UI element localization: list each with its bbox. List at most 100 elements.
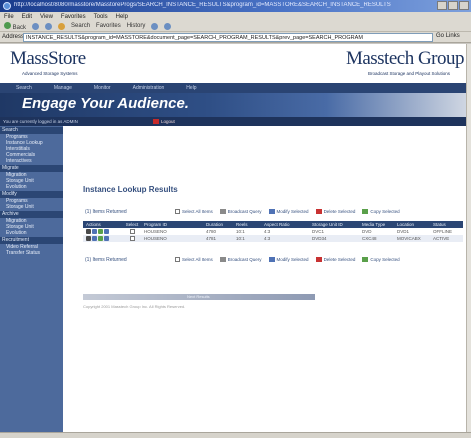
cell-reels: 10:1 [236, 229, 245, 234]
sidebar-heading-archive: Archive [0, 211, 63, 218]
delete-icon [315, 257, 322, 262]
info-icon[interactable] [104, 236, 109, 241]
print-icon[interactable] [164, 22, 172, 30]
items-returned-count: (1) Items Returned [85, 209, 127, 215]
copy-icon [362, 257, 369, 262]
row-actions [83, 236, 123, 241]
sidebar-heading-recruitment: Recruitment [0, 237, 63, 244]
masstech-logo-subtitle: Broadcast Storage and Playout Solutions [367, 71, 450, 76]
menu-view[interactable]: View [40, 14, 53, 20]
edit-icon[interactable] [92, 229, 97, 234]
cell-storage-unit-id: DVD34 [312, 236, 327, 241]
select-all-checkbox[interactable] [175, 209, 180, 214]
next-results-link[interactable]: Next Results [187, 294, 210, 299]
links-button[interactable]: Links [446, 33, 460, 39]
favorites-button[interactable]: Favorites [96, 23, 121, 29]
cell-program-id[interactable]: HOUSENO [141, 236, 206, 241]
sidebar-item-interactives[interactable]: Interactives [0, 158, 63, 164]
sidebar-item-evolution[interactable]: Evolution [0, 184, 63, 190]
col-actions: Actions [86, 222, 101, 227]
sidebar-item-modify-storage-unit[interactable]: Storage Unit [0, 204, 63, 210]
col-select: Select [125, 222, 139, 227]
masstore-logo[interactable]: MassStore [10, 48, 86, 70]
row-checkbox[interactable] [129, 229, 135, 234]
site-header: MassStore Advanced Storage Systems Masst… [0, 44, 466, 84]
modify-selected-button-bottom[interactable]: Modify Selected [268, 257, 309, 262]
back-arrow-icon [4, 21, 11, 29]
broadcast-icon [219, 257, 226, 262]
table-row: HOUSENO 4780 10:1 4:3 DVC1 DVD DVD1 OFFL… [83, 228, 463, 235]
action-bar-bottom: (1) Items Returned Select All Items Broa… [83, 256, 463, 264]
address-bar: Address INSTANCE_RESULTS&program_id=MASS… [0, 32, 471, 43]
copy-selected-button-bottom[interactable]: Copy Selected [362, 257, 400, 262]
cell-storage-unit-id: DVC1 [312, 229, 325, 234]
col-duration[interactable]: Duration [206, 222, 236, 227]
broadcast-query-button-bottom[interactable]: Broadcast Query [219, 257, 262, 262]
col-storage-unit-id[interactable]: Storage Unit ID [312, 222, 362, 227]
copy-icon [362, 209, 369, 214]
go-button[interactable]: Go Links [436, 33, 460, 39]
col-status[interactable]: Status [433, 222, 463, 227]
sidebar-item-transfer-status[interactable]: Transfer Status [0, 250, 63, 256]
view-icon[interactable] [86, 229, 91, 234]
logout-icon[interactable] [153, 119, 159, 124]
copy-row-icon[interactable] [98, 236, 103, 241]
site-nav: Search Manage Monitor Administration Hel… [0, 83, 466, 93]
stop-icon[interactable] [32, 22, 40, 30]
history-button[interactable]: History [127, 23, 146, 29]
cell-program-id[interactable]: HOUSENO [141, 229, 206, 234]
home-icon[interactable] [58, 22, 66, 30]
nav-monitor[interactable]: Monitor [94, 85, 111, 91]
logout-link[interactable]: Logout [161, 119, 175, 124]
col-reels[interactable]: Reels [236, 222, 264, 227]
col-program-id[interactable]: Program ID [141, 222, 206, 227]
modify-selected-button[interactable]: Modify Selected [268, 209, 309, 214]
cell-status: OFFLINE [433, 229, 453, 234]
address-input[interactable]: INSTANCE_RESULTS&program_id=MASSTORE&doc… [23, 33, 433, 42]
tagline: Engage Your Audience. [22, 95, 189, 112]
row-select [123, 229, 141, 234]
nav-administration[interactable]: Administration [133, 85, 165, 91]
logged-in-text: You are currently logged in as ADMIN [3, 119, 78, 124]
delete-selected-button-bottom[interactable]: Delete Selected [315, 257, 355, 262]
refresh-icon[interactable] [45, 22, 53, 30]
toolbar: Back Search Favorites History [0, 21, 471, 32]
select-all-button[interactable]: Select All Items [175, 209, 213, 214]
minimize-button[interactable] [437, 1, 447, 10]
copy-selected-button[interactable]: Copy Selected [362, 209, 400, 214]
nav-manage[interactable]: Manage [54, 85, 72, 91]
select-all-button-bottom[interactable]: Select All Items [175, 257, 213, 262]
row-checkbox[interactable] [129, 236, 135, 241]
select-all-checkbox-bottom[interactable] [175, 257, 180, 262]
results-table: Actions Select Program ID Duration Reels… [83, 221, 463, 242]
cell-location: MOVICABX [397, 236, 421, 241]
sidebar-item-archive-evolution[interactable]: Evolution [0, 230, 63, 236]
close-button[interactable] [459, 1, 469, 10]
col-media-type[interactable]: Media Type [362, 222, 397, 227]
vertical-scrollbar[interactable] [466, 44, 471, 432]
col-aspect-ratio[interactable]: Aspect Ratio [264, 222, 312, 227]
menu-favorites[interactable]: Favorites [61, 14, 86, 20]
user-bar: You are currently logged in as ADMIN Log… [0, 117, 466, 126]
menu-file[interactable]: File [4, 14, 14, 20]
search-button[interactable]: Search [71, 23, 90, 29]
edit-icon[interactable] [92, 236, 97, 241]
status-bar [0, 432, 471, 438]
nav-search[interactable]: Search [16, 85, 32, 91]
info-icon[interactable] [104, 229, 109, 234]
col-location[interactable]: Location [397, 222, 433, 227]
ie-logo-icon [3, 2, 11, 10]
maximize-button[interactable] [448, 1, 458, 10]
menu-help[interactable]: Help [116, 14, 128, 20]
mail-icon[interactable] [151, 22, 159, 30]
copy-row-icon[interactable] [98, 229, 103, 234]
view-icon[interactable] [86, 236, 91, 241]
menu-edit[interactable]: Edit [22, 14, 32, 20]
modify-icon [268, 257, 275, 262]
back-button[interactable]: Back [4, 21, 26, 31]
delete-selected-button[interactable]: Delete Selected [315, 209, 355, 214]
modify-icon [268, 209, 275, 214]
menu-tools[interactable]: Tools [94, 14, 108, 20]
broadcast-query-button[interactable]: Broadcast Query [219, 209, 262, 214]
nav-help[interactable]: Help [186, 85, 196, 91]
